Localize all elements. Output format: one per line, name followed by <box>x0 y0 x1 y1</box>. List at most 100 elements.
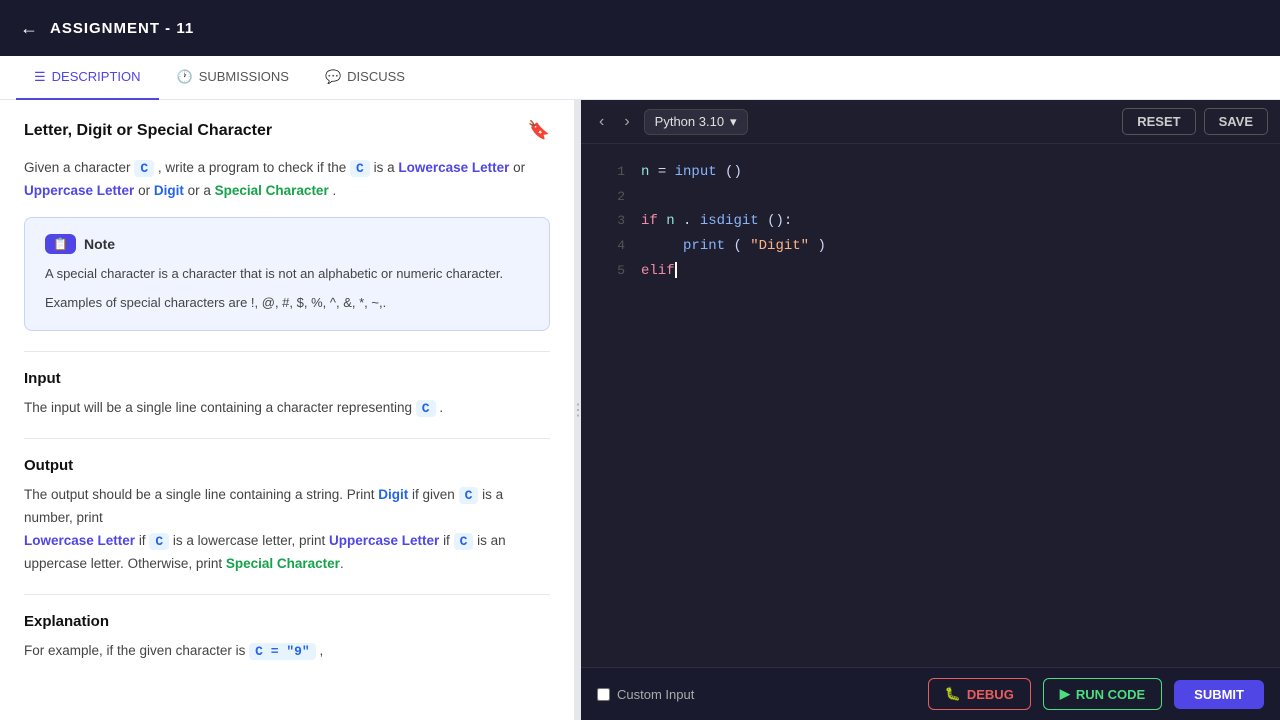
explanation-title: Explanation <box>24 613 550 630</box>
editor-toolbar: ‹ › Python 3.10 ▾ RESET SAVE <box>581 100 1280 144</box>
assignment-title: ASSIGNMENT - 11 <box>50 20 194 37</box>
c-var-1: C <box>134 160 154 177</box>
exp-c-var: C = "9" <box>249 643 316 660</box>
submit-button[interactable]: SUBMIT <box>1174 680 1264 709</box>
line-content-4: print ( "Digit" ) <box>641 234 826 259</box>
input-suffix: . <box>439 400 443 415</box>
line-num-5: 5 <box>597 259 625 282</box>
tab-submissions[interactable]: 🕐 SUBMISSIONS <box>159 56 307 100</box>
line-num-2: 2 <box>597 185 625 208</box>
custom-input-label[interactable]: Custom Input <box>597 687 694 702</box>
debug-label: DEBUG <box>967 687 1014 702</box>
divider-2 <box>24 438 550 439</box>
run-label: RUN CODE <box>1076 687 1145 702</box>
chevron-down-icon: ▾ <box>730 114 737 130</box>
divider-1 <box>24 351 550 352</box>
input-title: Input <box>24 370 550 387</box>
left-panel: Letter, Digit or Special Character 🔖 Giv… <box>0 100 575 720</box>
language-label: Python 3.10 <box>655 114 724 129</box>
editor-cursor <box>675 262 677 278</box>
bottom-bar: Custom Input 🐛 DEBUG ▶ RUN CODE SUBMIT <box>581 667 1280 720</box>
note-text-1: A special character is a character that … <box>45 264 529 285</box>
out-special: Special Character <box>226 556 340 571</box>
exp-comma: , <box>320 643 324 658</box>
bookmark-icon[interactable]: 🔖 <box>528 120 550 141</box>
desc-middle: , write a program to check if the <box>158 160 346 175</box>
out-digit: Digit <box>378 487 408 502</box>
out-uppercase: Uppercase Letter <box>329 533 439 548</box>
line-content-1: n = input () <box>641 160 742 185</box>
code-line-3: 3 if n . isdigit (): <box>581 209 1280 234</box>
back-button[interactable]: ← <box>20 18 38 39</box>
submissions-icon: 🕐 <box>177 69 193 85</box>
debug-button[interactable]: 🐛 DEBUG <box>928 678 1031 710</box>
output-title: Output <box>24 457 550 474</box>
main-layout: Letter, Digit or Special Character 🔖 Giv… <box>0 100 1280 720</box>
note-text-2: Examples of special characters are !, @,… <box>45 293 529 314</box>
c-var-2: C <box>350 160 370 177</box>
problem-title-text: Letter, Digit or Special Character <box>24 122 272 140</box>
note-title: Note <box>84 236 115 252</box>
save-button[interactable]: SAVE <box>1204 108 1268 135</box>
tab-description[interactable]: ☰ DESCRIPTION <box>16 56 159 100</box>
out-t2: if given <box>412 487 455 502</box>
or-a-text: or a <box>188 183 211 198</box>
out-t5: is a lowercase letter, print <box>173 533 325 548</box>
line-num-1: 1 <box>597 160 625 183</box>
tab-bar: ☰ DESCRIPTION 🕐 SUBMISSIONS 💬 DISCUSS <box>0 56 1280 100</box>
line-content-5: elif <box>641 259 677 284</box>
input-section: Input The input will be a single line co… <box>24 370 550 420</box>
input-prefix: The input will be a single line containi… <box>24 400 412 415</box>
code-line-5: 5 elif <box>581 259 1280 284</box>
note-box: 📋 Note A special character is a characte… <box>24 217 550 331</box>
language-selector[interactable]: Python 3.10 ▾ <box>644 109 748 135</box>
right-panel: ‹ › Python 3.10 ▾ RESET SAVE 1 n = input… <box>581 100 1280 720</box>
out-t8: . <box>340 556 344 571</box>
custom-input-text: Custom Input <box>617 687 694 702</box>
input-c-var: C <box>416 400 436 417</box>
editor-prev-button[interactable]: ‹ <box>593 111 610 133</box>
debug-icon: 🐛 <box>945 686 961 702</box>
note-icon: 📋 <box>45 234 76 254</box>
editor-next-button[interactable]: › <box>618 111 635 133</box>
exp-text: For example, if the given character is <box>24 643 245 658</box>
tab-description-label: DESCRIPTION <box>52 69 141 84</box>
digit-link[interactable]: Digit <box>154 183 184 198</box>
uppercase-letter-link[interactable]: Uppercase Letter <box>24 183 134 198</box>
line-num-4: 4 <box>597 234 625 257</box>
input-text: The input will be a single line containi… <box>24 397 550 420</box>
output-text: The output should be a single line conta… <box>24 484 550 576</box>
out-c3: C <box>454 533 474 550</box>
is-a-text: is a <box>374 160 395 175</box>
code-line-4: 4 print ( "Digit" ) <box>581 234 1280 259</box>
run-code-button[interactable]: ▶ RUN CODE <box>1043 678 1162 710</box>
or2-text: or <box>138 183 150 198</box>
problem-title-row: Letter, Digit or Special Character 🔖 <box>24 120 550 141</box>
discuss-icon: 💬 <box>325 69 341 85</box>
code-line-1: 1 n = input () <box>581 160 1280 185</box>
run-icon: ▶ <box>1060 686 1070 702</box>
out-c2: C <box>149 533 169 550</box>
code-line-2: 2 <box>581 185 1280 208</box>
explanation-text: For example, if the given character is C… <box>24 640 550 663</box>
problem-description: Given a character C , write a program to… <box>24 157 550 203</box>
reset-button[interactable]: RESET <box>1122 108 1195 135</box>
divider-3 <box>24 594 550 595</box>
tab-discuss[interactable]: 💬 DISCUSS <box>307 56 423 100</box>
line-content-3: if n . isdigit (): <box>641 209 792 234</box>
line-num-3: 3 <box>597 209 625 232</box>
tab-submissions-label: SUBMISSIONS <box>199 69 289 84</box>
out-lowercase: Lowercase Letter <box>24 533 135 548</box>
special-character-link[interactable]: Special Character <box>215 183 329 198</box>
out-t6: if <box>443 533 450 548</box>
or1-text: or <box>513 160 525 175</box>
custom-input-checkbox[interactable] <box>597 688 610 701</box>
code-editor[interactable]: 1 n = input () 2 3 if n . isdigit <box>581 144 1280 667</box>
topbar: ← ASSIGNMENT - 11 <box>0 0 1280 56</box>
output-section: Output The output should be a single lin… <box>24 457 550 576</box>
out-t1: The output should be a single line conta… <box>24 487 374 502</box>
out-t4: if <box>139 533 146 548</box>
lowercase-letter-link[interactable]: Lowercase Letter <box>398 160 509 175</box>
out-c1: C <box>459 487 479 504</box>
explanation-section: Explanation For example, if the given ch… <box>24 613 550 663</box>
